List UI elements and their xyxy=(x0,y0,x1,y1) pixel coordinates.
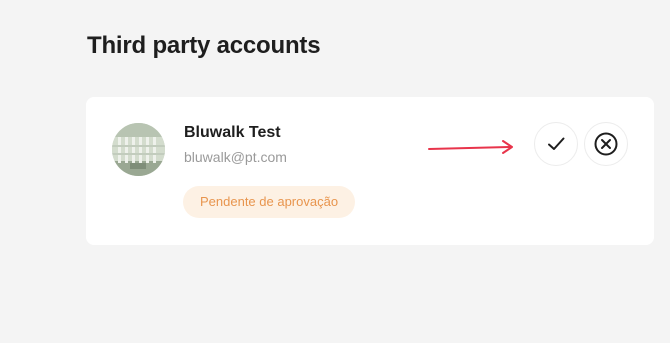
account-name: Bluwalk Test xyxy=(184,124,281,141)
avatar xyxy=(112,123,165,176)
close-circle-icon xyxy=(594,132,618,156)
account-card: Bluwalk Test bluwalk@pt.com Pendente de … xyxy=(86,97,654,245)
approve-button[interactable] xyxy=(534,122,578,166)
account-email: bluwalk@pt.com xyxy=(184,149,287,165)
avatar-image xyxy=(112,123,165,176)
third-party-accounts-page: Third party accounts Bluwalk Test bluwal… xyxy=(0,0,670,343)
section-title: Third party accounts xyxy=(87,32,321,59)
reject-button[interactable] xyxy=(584,122,628,166)
annotation-arrow-icon xyxy=(428,140,513,154)
status-badge: Pendente de aprovação xyxy=(183,186,356,218)
check-icon xyxy=(548,137,565,150)
